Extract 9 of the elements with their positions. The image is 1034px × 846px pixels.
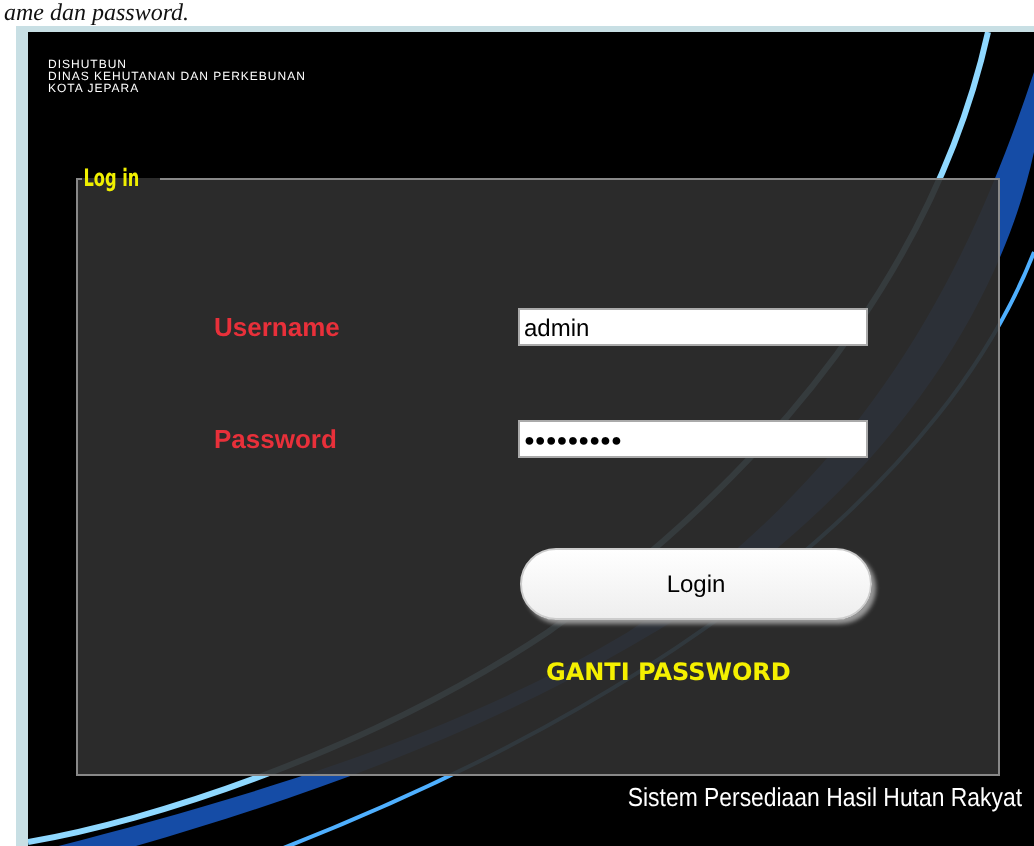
change-password-link[interactable]: GANTI PASSWORD [546,658,791,686]
footer-text: Sistem Persediaan Hasil Hutan Rakyat [627,782,1022,812]
password-field[interactable]: ●●●●●●●●● [518,420,868,458]
caption-text: ame dan password. [2,0,192,26]
login-button[interactable]: Login [520,548,872,620]
field-label: Username [214,312,342,342]
username-field[interactable]: admin [518,308,868,346]
group-title: Log in [82,164,141,192]
field-label: Password [214,424,339,454]
